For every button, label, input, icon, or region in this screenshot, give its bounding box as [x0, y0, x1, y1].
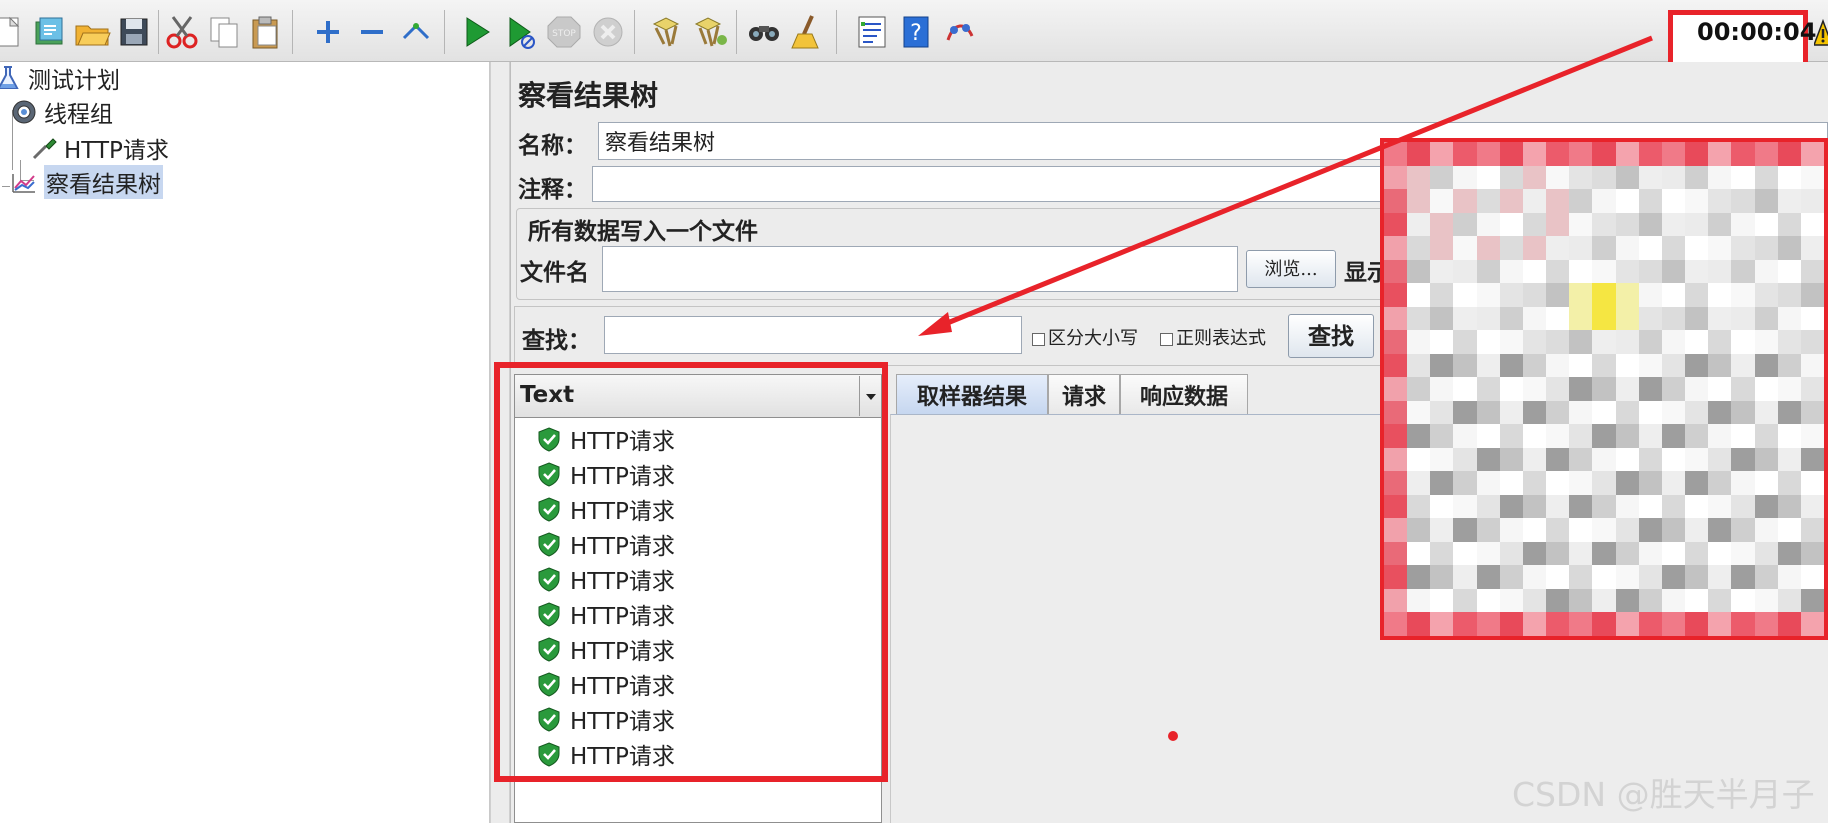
- reset-search-icon[interactable]: [788, 12, 828, 52]
- red-dot: [1168, 731, 1178, 741]
- filename-input[interactable]: [602, 246, 1238, 292]
- templates-icon[interactable]: [30, 12, 70, 52]
- file-group-title: 所有数据写入一个文件: [524, 212, 762, 246]
- tab-response-data[interactable]: 响应数据: [1120, 374, 1248, 416]
- tab-request[interactable]: 请求: [1048, 374, 1120, 416]
- filename-label: 文件名: [520, 259, 589, 286]
- flask-icon: [0, 66, 19, 89]
- svg-text:?: ?: [910, 21, 922, 46]
- tree-item-label: 线程组: [44, 102, 113, 128]
- elapsed-timer: 00:00:04: [1697, 18, 1817, 46]
- clear-all-icon[interactable]: [690, 12, 730, 52]
- tree-item-label: 察看结果树: [44, 165, 163, 199]
- shutdown-icon[interactable]: [588, 12, 628, 52]
- graph-icon: [12, 174, 35, 193]
- copy-icon[interactable]: [204, 12, 244, 52]
- pipette-icon: [32, 138, 57, 160]
- search-label: 查找：: [522, 327, 591, 354]
- checkbox-label: 区分大小写: [1048, 328, 1138, 349]
- open-icon[interactable]: [72, 12, 112, 52]
- clear-icon[interactable]: [646, 12, 686, 52]
- svg-text:STOP: STOP: [552, 29, 576, 39]
- tree-item-http-request[interactable]: HTTP请求: [30, 132, 169, 164]
- toggle-icon[interactable]: [396, 12, 436, 52]
- tree-item-label: HTTP请求: [64, 138, 169, 164]
- name-label: 名称：: [518, 132, 587, 159]
- new-icon[interactable]: [0, 12, 28, 52]
- case-sensitive-checkbox[interactable]: 区分大小写: [1032, 324, 1138, 350]
- search-input[interactable]: [604, 316, 1022, 354]
- toolbar: STOP ?: [0, 0, 1828, 62]
- gear-icon: [12, 100, 36, 124]
- function-helper-icon[interactable]: [852, 12, 892, 52]
- browse-button[interactable]: 浏览...: [1246, 250, 1336, 288]
- remote-icon[interactable]: [940, 12, 980, 52]
- stop-icon[interactable]: STOP: [544, 12, 584, 52]
- cut-icon[interactable]: [162, 12, 202, 52]
- panel-title: 察看结果树: [518, 79, 659, 112]
- paste-icon[interactable]: [246, 12, 286, 52]
- help-icon[interactable]: ?: [896, 12, 936, 52]
- collapse-icon[interactable]: [352, 12, 392, 52]
- save-icon[interactable]: [114, 12, 154, 52]
- tree-item-thread-group[interactable]: 线程组: [10, 96, 113, 128]
- pixelated-image: [1380, 138, 1828, 640]
- tab-sampler-result[interactable]: 取样器结果: [896, 374, 1048, 416]
- test-plan-tree: 测试计划 线程组 HTTP请求 察看结果树: [0, 62, 490, 823]
- tree-item-test-plan[interactable]: 测试计划: [0, 62, 120, 94]
- tree-item-label: 测试计划: [28, 68, 120, 94]
- regex-checkbox[interactable]: 正则表达式: [1160, 324, 1266, 350]
- expand-icon[interactable]: [308, 12, 348, 52]
- checkbox-label: 正则表达式: [1176, 328, 1266, 349]
- watermark: CSDN @胜天半月子: [1512, 775, 1815, 814]
- start-icon[interactable]: [456, 12, 496, 52]
- find-button[interactable]: 查找: [1288, 314, 1374, 358]
- tree-item-view-results-tree[interactable]: 察看结果树: [10, 165, 163, 199]
- warning-icon[interactable]: [1812, 18, 1828, 48]
- comment-label: 注释：: [518, 176, 587, 203]
- start-no-pause-icon[interactable]: [500, 12, 540, 52]
- search-icon[interactable]: [744, 12, 784, 52]
- checkbox-box: [1160, 332, 1173, 346]
- results-highlight: [494, 362, 888, 782]
- checkbox-box: [1032, 332, 1045, 346]
